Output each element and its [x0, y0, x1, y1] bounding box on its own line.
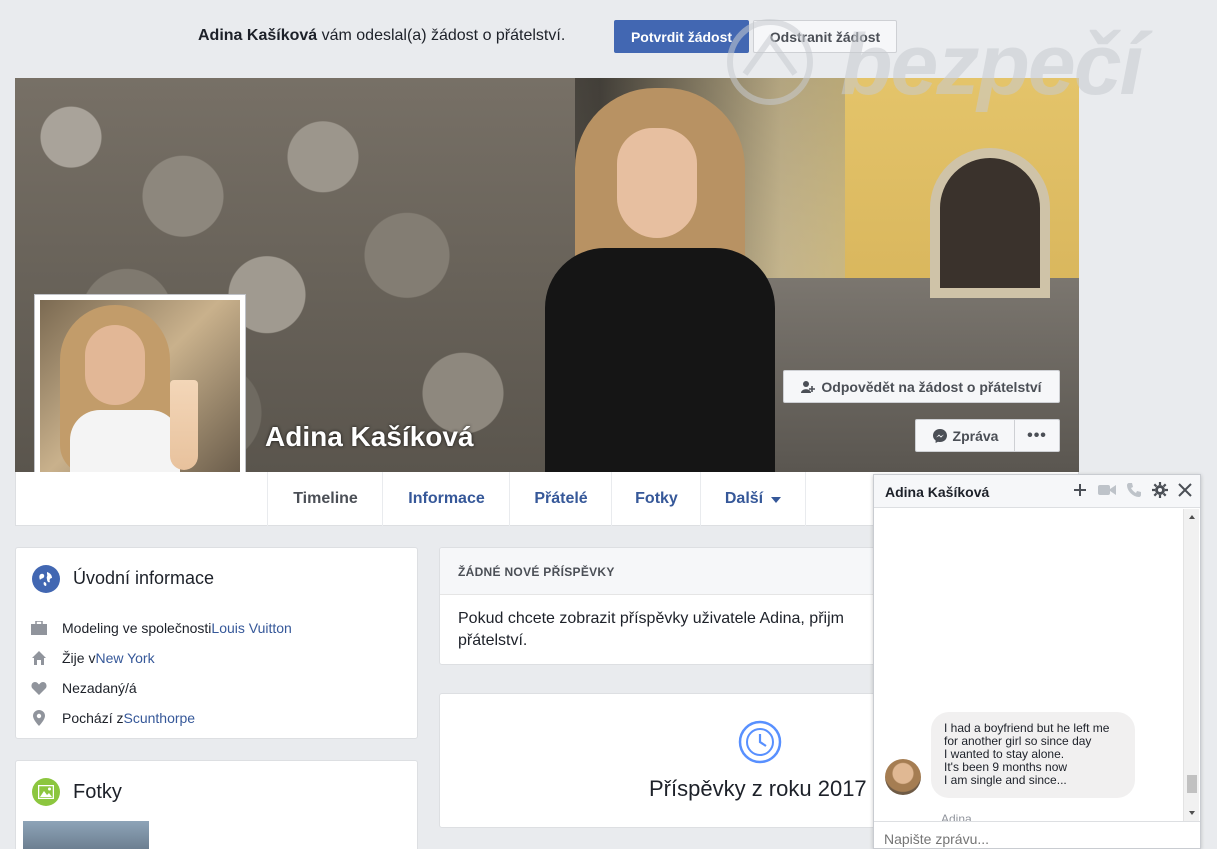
profile-name[interactable]: Adina Kašíková — [265, 421, 474, 453]
heart-icon-svg — [31, 682, 47, 695]
intro-home-link[interactable]: New York — [95, 650, 154, 666]
briefcase-icon-svg — [31, 621, 47, 635]
photos-card: Fotky — [15, 760, 418, 849]
tab-dalsi[interactable]: Další — [700, 472, 806, 526]
chat-header[interactable]: Adina Kašíková — [874, 475, 1200, 508]
photos-icon — [32, 778, 60, 806]
friend-request-bar: Adina Kašíková vám odeslal(a) žádost o p… — [0, 0, 1217, 78]
friend-request-text: Adina Kašíková vám odeslal(a) žádost o p… — [198, 27, 565, 45]
intro-item-work: Modeling ve společnosti Louis Vuitton — [30, 620, 292, 636]
intro-item-origin: Pochází z Scunthorpe — [30, 710, 195, 726]
photos-title: Fotky — [73, 781, 122, 803]
add-friend-icon — [801, 380, 816, 393]
tab-informace-label: Informace — [408, 490, 485, 507]
chat-scroll-thumb[interactable] — [1187, 775, 1197, 793]
tab-timeline-label: Timeline — [293, 490, 358, 507]
home-icon — [30, 650, 48, 666]
respond-label: Odpovědět na žádost o přátelství — [821, 378, 1042, 395]
intro-work-link[interactable]: Louis Vuitton — [211, 620, 291, 636]
location-pin-icon — [30, 710, 48, 726]
add-participant-icon[interactable] — [1072, 482, 1088, 498]
scroll-down-icon[interactable] — [1185, 809, 1199, 817]
cover-person — [535, 88, 785, 472]
intro-origin-link[interactable]: Scunthorpe — [123, 710, 195, 726]
profile-picture-glass — [170, 380, 198, 470]
clock-icon — [738, 720, 782, 769]
cover-person-face — [617, 128, 697, 238]
photos-icon-svg — [38, 785, 54, 799]
chat-avatar[interactable] — [885, 759, 921, 795]
messenger-icon — [932, 428, 947, 443]
no-posts-header: ŽÁDNÉ NOVÉ PŘÍSPĚVKY — [458, 565, 615, 579]
intro-origin-text: Pochází z — [62, 710, 124, 726]
chat-window: Adina Kašíková I had a boyfriend but he … — [873, 474, 1201, 849]
intro-relationship-text: Nezadaný/á — [62, 680, 137, 696]
profile-picture-image — [40, 300, 240, 500]
intro-home-text: Žije v — [62, 650, 96, 666]
tab-fotky[interactable]: Fotky — [611, 472, 701, 526]
profile-picture-face — [85, 325, 145, 405]
intro-work-text: Modeling ve společnosti — [62, 620, 212, 636]
video-call-icon[interactable] — [1098, 483, 1116, 497]
tab-pratele[interactable]: Přátelé — [509, 472, 612, 526]
tab-fotky-label: Fotky — [635, 490, 678, 507]
request-sender-name: Adina Kašíková — [198, 27, 318, 44]
close-icon[interactable] — [1178, 483, 1192, 497]
year-posts-card: Příspěvky z roku 2017 — [439, 693, 899, 828]
globe-icon-svg — [37, 570, 55, 588]
no-posts-card: ŽÁDNÉ NOVÉ PŘÍSPĚVKY Pokud chcete zobraz… — [439, 547, 899, 665]
chat-message-bubble[interactable]: I had a boyfriend but he left me for ano… — [931, 712, 1135, 798]
chat-scrollbar[interactable] — [1183, 509, 1199, 821]
no-posts-text: Pokud chcete zobrazit příspěvky uživatel… — [458, 610, 844, 649]
remove-request-button[interactable]: Odstranit žádost — [753, 20, 897, 53]
tab-pratele-label: Přátelé — [534, 490, 588, 507]
tab-timeline[interactable]: Timeline — [267, 472, 383, 526]
chat-message-input[interactable] — [884, 831, 1174, 847]
photo-thumbnail[interactable] — [23, 821, 149, 849]
location-pin-icon-svg — [33, 710, 45, 726]
intro-card: Úvodní informace Modeling ve společnosti… — [15, 547, 418, 739]
confirm-request-button[interactable]: Potvrdit žádost — [614, 20, 749, 53]
briefcase-icon — [30, 620, 48, 636]
heart-icon — [30, 680, 48, 696]
intro-item-relationship: Nezadaný/á — [30, 680, 137, 696]
request-message: vám odeslal(a) žádost o přátelství. — [317, 27, 566, 44]
globe-icon — [32, 565, 60, 593]
chevron-down-icon — [771, 497, 782, 503]
tab-informace[interactable]: Informace — [382, 472, 510, 526]
cover-archway — [930, 148, 1050, 298]
phone-call-icon[interactable] — [1126, 482, 1142, 498]
tab-dalsi-label: Další — [724, 490, 764, 507]
chat-message-line-5: I am single and since... — [944, 773, 1067, 787]
chat-contact-name[interactable]: Adina Kašíková — [885, 484, 989, 500]
cover-person-body — [545, 248, 775, 472]
year-posts-label[interactable]: Příspěvky z roku 2017 — [649, 776, 867, 802]
intro-title: Úvodní informace — [73, 568, 215, 588]
chat-input-area — [874, 821, 1200, 848]
intro-item-home: Žije v New York — [30, 650, 155, 666]
more-options-button[interactable]: ••• — [1014, 419, 1060, 452]
home-icon-svg — [32, 651, 46, 665]
scroll-up-icon[interactable] — [1185, 513, 1199, 521]
gear-icon[interactable] — [1152, 482, 1168, 498]
message-button[interactable]: Zpráva — [915, 419, 1015, 452]
respond-friend-request-button[interactable]: Odpovědět na žádost o přátelství — [783, 370, 1060, 403]
chat-header-icons — [1072, 482, 1192, 498]
clock-icon-svg — [738, 720, 782, 764]
message-label: Zpráva — [952, 427, 999, 444]
